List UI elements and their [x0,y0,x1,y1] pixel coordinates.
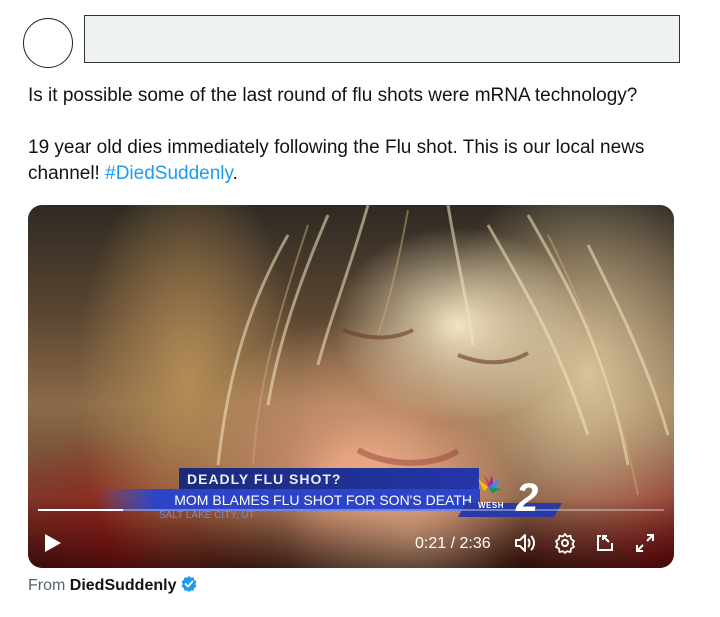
volume-icon[interactable] [513,532,537,554]
avatar[interactable] [23,18,73,68]
play-button[interactable] [42,531,64,555]
tweet-text: Is it possible some of the last round of… [28,83,688,187]
dock-icon[interactable] [594,532,616,554]
svg-text:2: 2 [515,476,538,519]
tweet-line-2: 19 year old dies immediately following t… [28,135,688,187]
progress-bar[interactable] [38,509,664,511]
verified-badge-icon [182,576,197,592]
fullscreen-icon[interactable] [634,532,656,554]
progress-fill [38,509,124,511]
tweet-line-2-end: . [232,163,238,184]
author-name-placeholder[interactable] [84,15,680,63]
time-display: 0:21 / 2:36 [415,535,491,552]
video-player[interactable]: DEADLY FLU SHOT? MOM BLAMES FLU SHOT FOR… [28,205,674,568]
chyron-location: SALT LAKE CITY, UT [159,510,255,521]
source-prefix: From [28,577,66,594]
gear-icon[interactable] [554,532,576,554]
chyron-headline: DEADLY FLU SHOT? [179,468,479,490]
chyron-main: MOM BLAMES FLU SHOT FOR SON'S DEATH [98,489,480,511]
tweet-line-1: Is it possible some of the last round of… [28,85,638,106]
video-source: From DiedSuddenly [28,575,198,597]
source-name[interactable]: DiedSuddenly [70,577,177,594]
hashtag-link[interactable]: #DiedSuddenly [105,163,232,184]
station-logo: 2 [458,475,562,519]
